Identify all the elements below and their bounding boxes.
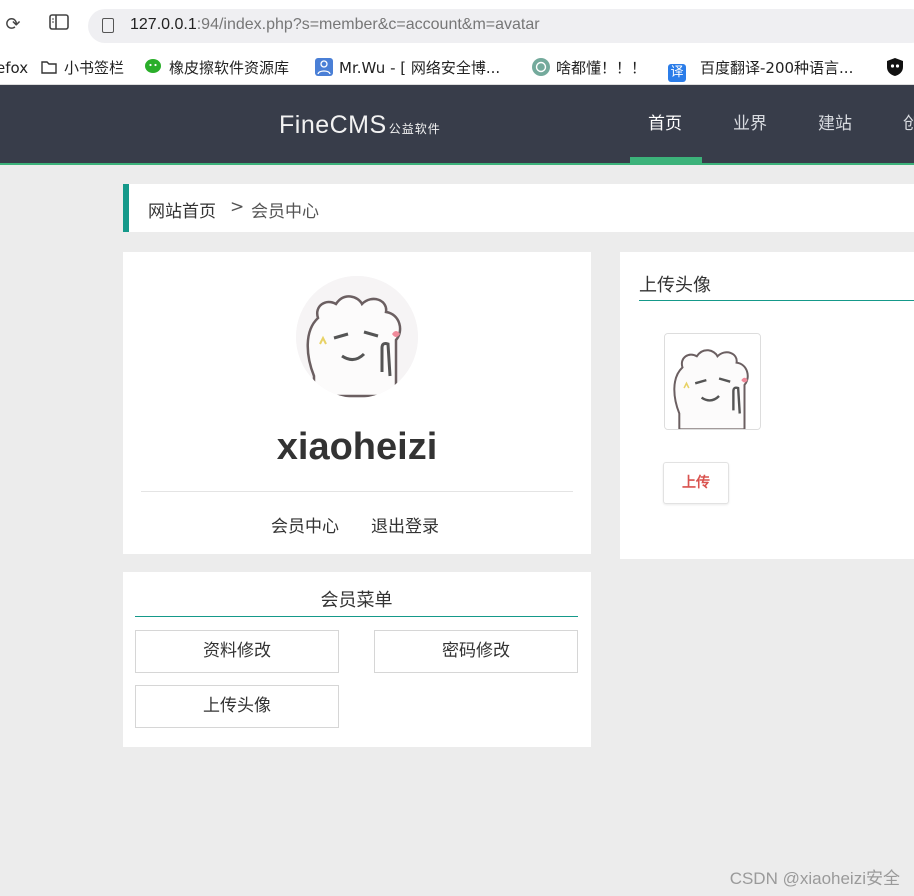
- folder-icon: [40, 58, 58, 76]
- logout-link[interactable]: 退出登录: [371, 512, 439, 537]
- watermark: CSDN @xiaoheizi安全: [729, 869, 900, 888]
- wechat-icon: [145, 58, 163, 76]
- member-menu-title: 会员菜单: [320, 590, 393, 611]
- site-header: FineCMS 公益软件 首页 业界 建站 创: [0, 85, 914, 165]
- change-password-button[interactable]: 密码修改: [374, 630, 578, 673]
- chatgpt-icon: [532, 58, 550, 76]
- bookmark-item[interactable]: 啥都懂！！！: [532, 57, 646, 79]
- divider: [639, 300, 914, 301]
- breadcrumb: 网站首页 > 会员中心: [123, 184, 914, 232]
- member-menu-card: 会员菜单 资料修改 密码修改 上传头像: [123, 572, 591, 747]
- shield-icon[interactable]: [885, 57, 905, 79]
- breadcrumb-home[interactable]: 网站首页: [148, 197, 216, 222]
- edit-profile-button[interactable]: 资料修改: [135, 630, 339, 673]
- user-icon: [315, 58, 333, 76]
- page-icon: [102, 18, 114, 33]
- translate-icon: 译: [668, 64, 686, 82]
- member-center-link[interactable]: 会员中心: [271, 512, 339, 537]
- divider: [135, 616, 578, 617]
- bookmarks-bar: efox 小书签栏 橡皮擦软件资源库 Mr.Wu - [ 网络安全博... 啥都…: [0, 50, 914, 85]
- nav-home[interactable]: 首页: [648, 85, 682, 163]
- url-text[interactable]: 127.0.0.1:94/index.php?s=member&c=accoun…: [130, 16, 540, 34]
- bookmark-item[interactable]: 译百度翻译-200种语言...: [668, 57, 853, 82]
- divider: [141, 491, 573, 492]
- avatar-preview: [664, 333, 761, 430]
- address-bar[interactable]: 127.0.0.1:94/index.php?s=member&c=accoun…: [88, 9, 914, 43]
- breadcrumb-separator: >: [230, 197, 245, 217]
- upload-avatar-card: 上传头像 上传: [620, 252, 914, 559]
- bookmark-item[interactable]: Mr.Wu - [ 网络安全博...: [315, 57, 500, 79]
- bookmark-item[interactable]: 橡皮擦软件资源库: [145, 57, 289, 79]
- breadcrumb-current: 会员中心: [251, 202, 319, 222]
- upload-button[interactable]: 上传: [663, 462, 729, 504]
- reload-icon[interactable]: ⟳: [2, 14, 24, 36]
- site-logo[interactable]: FineCMS 公益软件: [279, 111, 441, 140]
- browser-toolbar: ⟳ 127.0.0.1:94/index.php?s=member&c=acco…: [0, 0, 914, 50]
- profile-card: xiaoheizi 会员中心 退出登录: [123, 252, 591, 554]
- bookmark-item[interactable]: efox: [0, 57, 28, 79]
- avatar: [296, 276, 418, 398]
- nav-create[interactable]: 创: [903, 85, 914, 163]
- nav-build-site[interactable]: 建站: [818, 85, 852, 163]
- nav-industry[interactable]: 业界: [733, 85, 767, 163]
- upload-title: 上传头像: [639, 275, 711, 296]
- sidebar-toggle-icon[interactable]: [48, 14, 70, 36]
- nav-active-indicator: [630, 157, 702, 163]
- username: xiaoheizi: [276, 426, 438, 468]
- upload-avatar-menu-button[interactable]: 上传头像: [135, 685, 339, 728]
- bookmark-folder[interactable]: 小书签栏: [40, 57, 124, 79]
